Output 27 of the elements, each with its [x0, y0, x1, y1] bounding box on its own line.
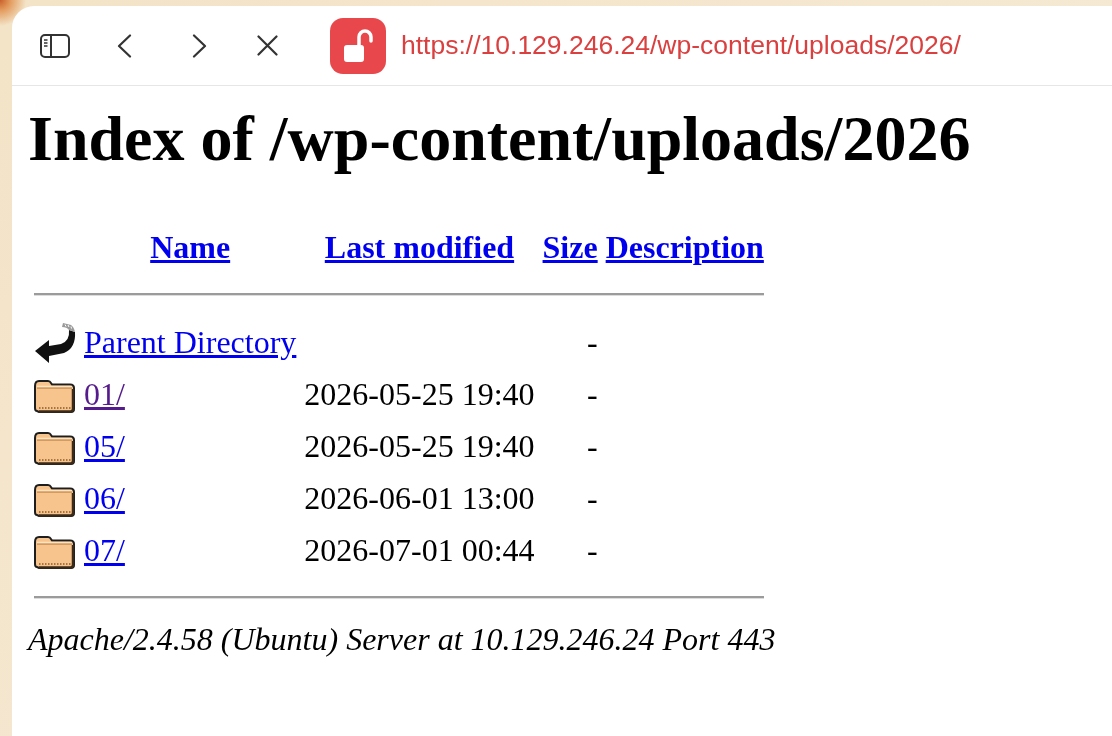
size-cell-text: -: [586, 426, 599, 466]
date-cell-text: 2026-07-01 00:44: [303, 530, 536, 570]
column-header-link[interactable]: Name: [150, 228, 231, 265]
back-arrow-icon: [34, 320, 76, 364]
column-header-link[interactable]: Last modified: [324, 228, 515, 265]
close-icon[interactable]: [257, 35, 278, 56]
unlocked-padlock-icon[interactable]: [330, 17, 386, 74]
chevron-right-icon[interactable]: [192, 33, 207, 58]
date-cell-text: 2026-05-25 19:40: [303, 374, 536, 414]
column-header-link[interactable]: Description: [605, 228, 764, 265]
chevron-left-icon[interactable]: [117, 33, 132, 58]
directory-link[interactable]: Parent Directory: [84, 323, 297, 360]
page-heading: Index of /wp-content/uploads/2026: [28, 102, 972, 176]
sidebar-icon[interactable]: [40, 33, 70, 58]
directory-link[interactable]: 05/: [84, 427, 125, 464]
directory-link[interactable]: 07/: [84, 531, 125, 568]
directory-link[interactable]: 06/: [84, 479, 125, 516]
server-signature: Apache/2.4.58 (Ubuntu) Server at 10.129.246.24 Port 443: [28, 621, 777, 658]
column-header-link[interactable]: Size: [542, 228, 598, 265]
size-cell-text: -: [586, 374, 599, 414]
size-cell-text: -: [586, 530, 599, 570]
address-field[interactable]: https://10.129.246.24/wp-content/uploads/2026/: [401, 30, 961, 61]
size-cell-text: -: [586, 478, 599, 518]
date-cell-text: 2026-05-25 19:40: [303, 426, 536, 466]
date-cell-text: 2026-06-01 13:00: [303, 478, 536, 518]
directory-link[interactable]: 01/: [84, 375, 125, 412]
size-cell-text: -: [586, 322, 599, 362]
